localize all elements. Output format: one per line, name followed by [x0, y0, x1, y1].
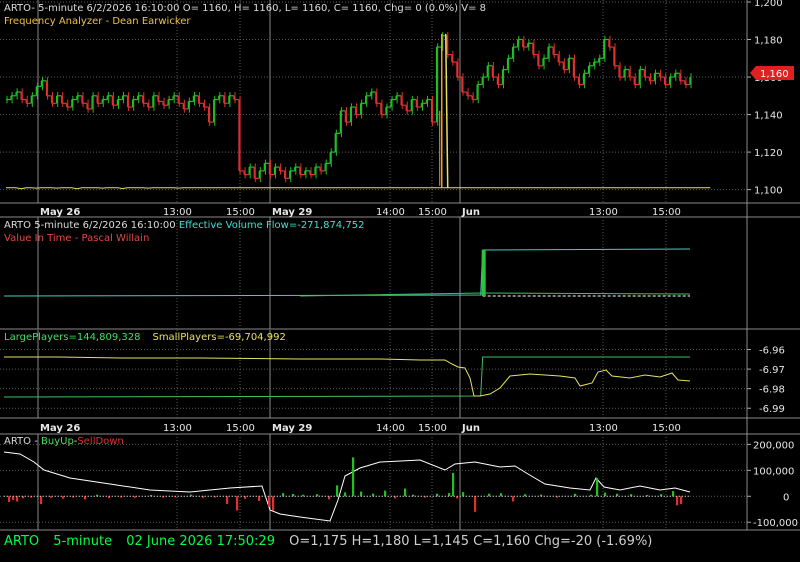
last-value-label: 1,160	[760, 69, 789, 80]
buyup-bar-6	[50, 496, 53, 498]
y-tick-buyup-0: 200,000	[753, 440, 794, 451]
y-tick-players-0: -6.96	[759, 346, 785, 357]
p2-header-b: Effective Volume Flow=-271,874,752	[179, 220, 365, 231]
buyup-bar-24	[268, 496, 271, 507]
buyup-bar-47	[488, 493, 491, 497]
buyup-bar-43	[452, 472, 455, 497]
p4-header: ARTO - BuyUp-SellDown	[4, 436, 124, 447]
y-tick-price-4: 1,120	[754, 148, 783, 159]
buyup-bar-23	[258, 496, 261, 501]
x-tick-price-0: May 26	[40, 207, 80, 218]
buyup-bar-2	[16, 496, 19, 502]
buyup-bar-7	[62, 496, 65, 499]
background	[0, 0, 800, 562]
x-tick-players-7: 13:00	[589, 423, 618, 434]
status-symbol: ARTO	[4, 534, 40, 549]
y-tick-buyup-2: 0	[783, 492, 789, 503]
y-tick-price-5: 1,100	[754, 186, 783, 197]
buyup-bar-49	[512, 496, 515, 502]
x-tick-price-5: 15:00	[418, 207, 447, 218]
status-interval: 5-minute	[53, 534, 113, 549]
p2-header: ARTO 5-minute 6/2/2026 16:10:00 Effectiv…	[4, 220, 364, 231]
y-tick-players-2: -6.98	[759, 385, 785, 396]
y-tick-players-1: -6.97	[759, 365, 785, 376]
buyup-bar-48	[500, 493, 503, 497]
buyup-bar-38	[404, 488, 407, 497]
x-tick-players-8: 15:00	[652, 423, 681, 434]
buyup-bar-45	[462, 492, 465, 497]
chart-canvas: May 26 13:00 15:00 May 29 14:00 15:00 Jun 13:00…	[0, 0, 800, 562]
buyup-bar-21	[236, 496, 239, 511]
buyup-bar-13	[134, 496, 137, 498]
y-tick-players-3: -6.99	[759, 404, 785, 415]
p2-header-a: ARTO 5-minute 6/2/2026 16:10:00	[4, 220, 179, 231]
x-tick-players-6: Jun	[461, 423, 480, 434]
x-tick-price-1: 13:00	[163, 207, 192, 218]
y-tick-price-3: 1,140	[754, 111, 783, 122]
x-tick-players-0: May 26	[40, 423, 80, 434]
p4-sep: -	[31, 436, 41, 447]
x-tick-price-6: Jun	[461, 207, 480, 218]
buyup-bar-46	[474, 496, 477, 512]
p4-symbol: ARTO	[4, 436, 31, 447]
buyup-bar-62	[676, 496, 679, 506]
y-tick-buyup-1: 100,000	[753, 466, 794, 477]
evf-jump-bar	[481, 250, 486, 296]
x-tick-price-4: 14:00	[376, 207, 405, 218]
p4-selldown: SellDown	[77, 436, 123, 447]
buyup-bar-1	[12, 496, 15, 500]
buyup-bar-20	[226, 496, 229, 505]
buyup-bar-61	[672, 491, 675, 497]
x-tick-price-7: 13:00	[589, 207, 618, 218]
x-tick-players-3: May 29	[272, 423, 312, 434]
p2-subtitle: Value In Time - Pascal Willain	[4, 233, 149, 244]
p3-large: LargePlayers=144,809,328	[4, 332, 140, 343]
buyup-bar-36	[384, 490, 387, 497]
buyup-bar-54	[590, 494, 593, 497]
buyup-bar-32	[344, 492, 347, 497]
buyup-bar-56	[604, 492, 607, 497]
x-tick-players-1: 13:00	[163, 423, 192, 434]
buyup-bar-33	[352, 457, 355, 497]
x-tick-price-3: May 29	[272, 207, 312, 218]
buyup-bar-31	[336, 485, 339, 497]
p3-small: SmallPlayers=-69,704,992	[152, 332, 285, 343]
main-header: ARTO- 5-minute 6/2/2026 16:10:00 O= 1160…	[4, 3, 486, 14]
buyup-bar-55	[596, 478, 599, 497]
x-tick-players-4: 14:00	[376, 423, 405, 434]
buyup-bar-5	[40, 496, 43, 505]
buyup-bar-25	[272, 496, 275, 511]
buyup-bar-34	[360, 491, 363, 497]
buyup-bar-0	[8, 496, 11, 502]
x-tick-players-2: 15:00	[226, 423, 255, 434]
x-tick-price-2: 15:00	[226, 207, 255, 218]
main-subtitle: Frequency Analyzer - Dean Earwicker	[4, 16, 191, 27]
y-tick-buyup-3: -100,000	[753, 518, 798, 529]
y-tick-price-0: 1,200	[754, 0, 783, 9]
x-tick-players-5: 15:00	[418, 423, 447, 434]
status-datetime: 02 June 2026 17:50:29	[126, 534, 275, 549]
y-tick-price-1: 1,180	[754, 36, 783, 47]
status-ohlc: O=1,175 H=1,180 L=1,145 C=1,160 Chg=-20 …	[289, 534, 653, 549]
buyup-bar-63	[680, 496, 683, 505]
last-value-badge: 1,160	[750, 66, 794, 80]
x-tick-price-8: 15:00	[652, 207, 681, 218]
p4-buyup: BuyUp	[41, 436, 74, 447]
status-bar: ARTO 5-minute 02 June 2026 17:50:29 O=1,…	[4, 534, 662, 549]
buyup-bar-28	[302, 494, 305, 497]
buyup-bar-50	[524, 494, 527, 497]
